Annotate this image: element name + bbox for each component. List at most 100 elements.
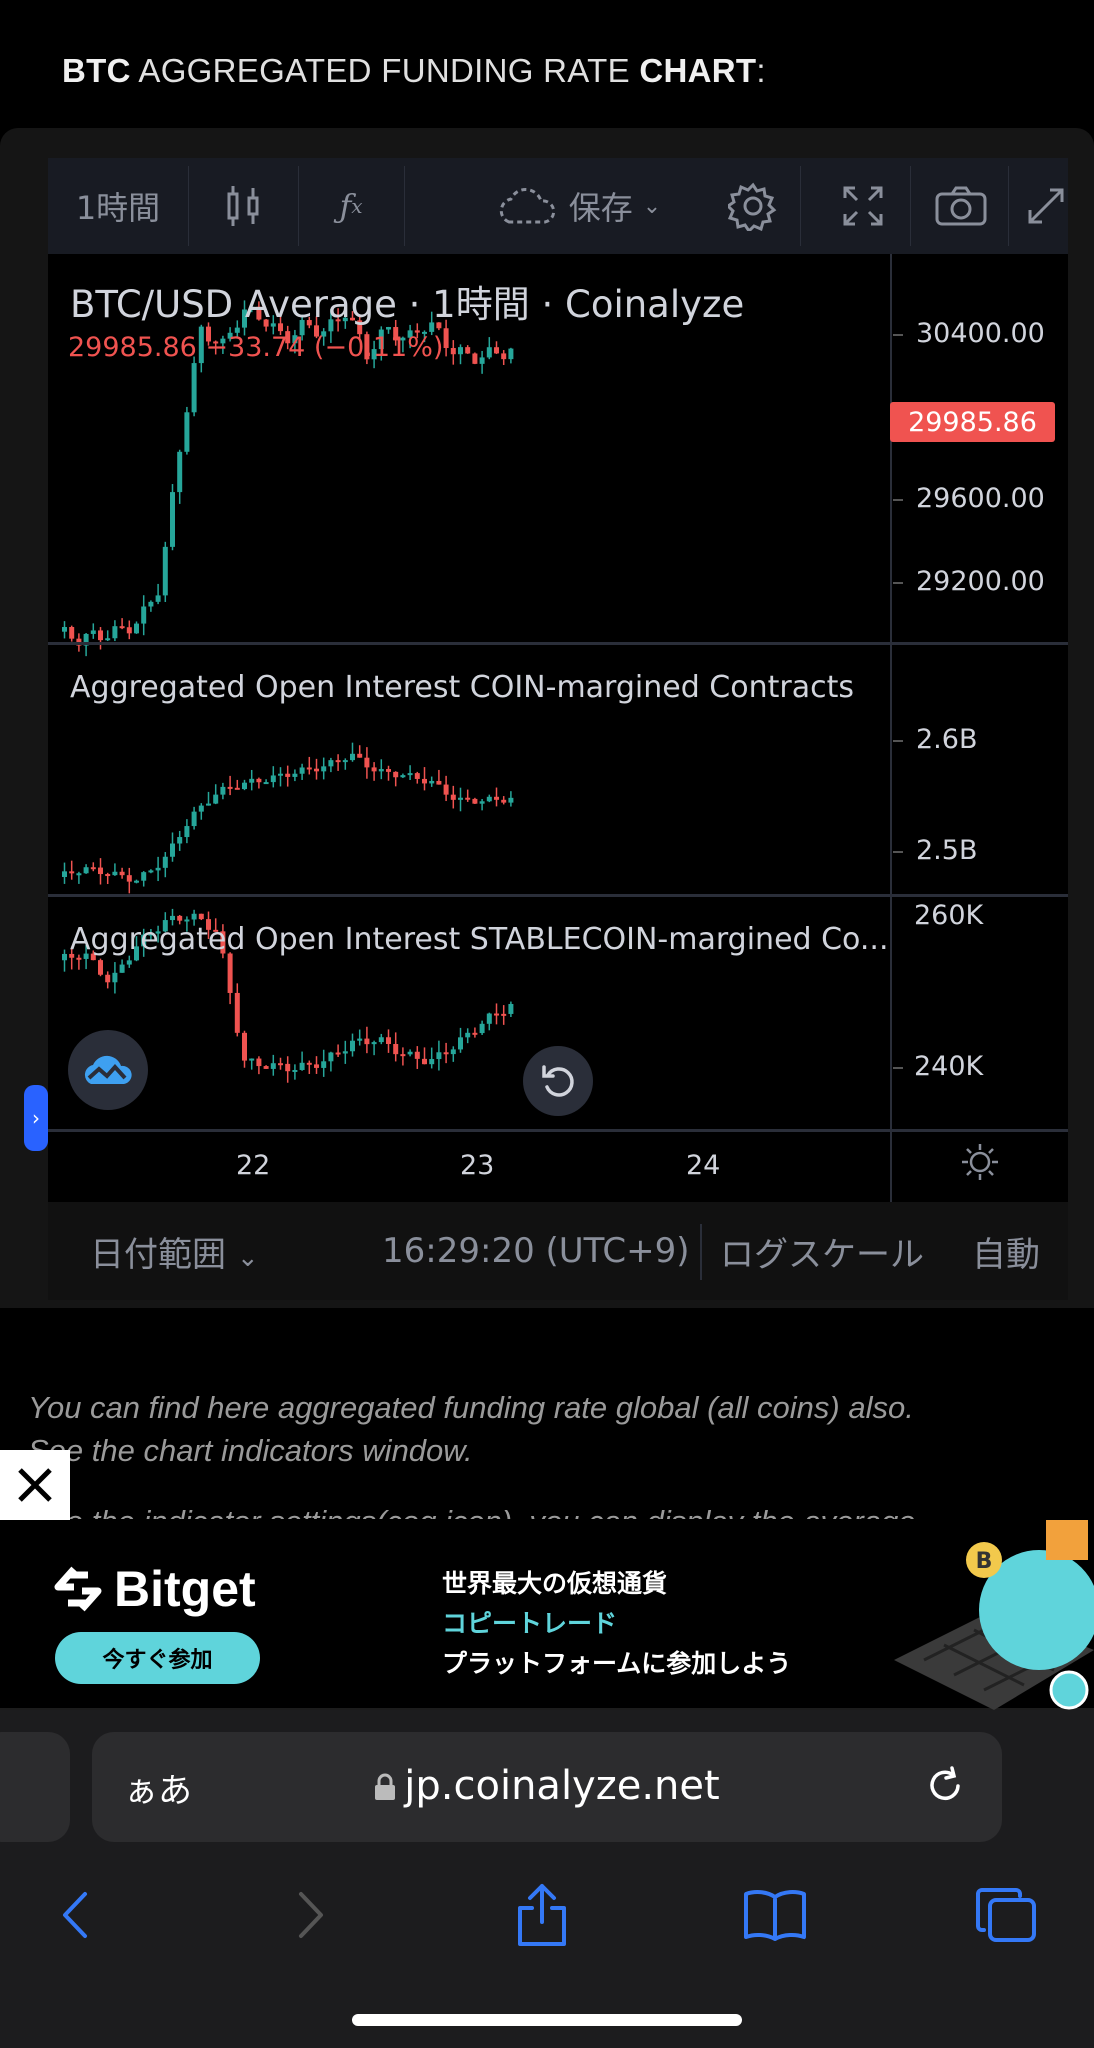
gear-icon[interactable]	[708, 158, 798, 254]
candle-body	[162, 856, 168, 868]
reload-icon[interactable]	[922, 1762, 968, 1812]
clock-readout[interactable]: 16:29:20 (UTC+9)	[382, 1231, 690, 1271]
candle-body	[285, 773, 291, 777]
candle-body	[443, 328, 449, 349]
candle-body	[198, 805, 204, 812]
candle-body	[414, 773, 420, 779]
candle-body	[486, 347, 492, 358]
candle-body	[62, 871, 67, 877]
ad-brand: Bitget	[52, 1560, 256, 1618]
previous-tab-preview[interactable]	[0, 1732, 70, 1842]
candle-body	[436, 1052, 442, 1060]
oi-stable-tick: 260K	[914, 900, 984, 931]
oi-coin-tick: 2.5B	[916, 835, 978, 866]
candle-body	[450, 348, 456, 355]
candle-body	[458, 347, 463, 355]
candle-body	[458, 1037, 463, 1050]
candle-body	[256, 1058, 262, 1067]
candle-body	[371, 1042, 377, 1045]
candle-body	[393, 1044, 399, 1055]
candle-body	[191, 913, 197, 920]
candle-body	[472, 798, 478, 804]
address-bar[interactable]: ぁあ jp.coinalyze.net	[92, 1732, 1002, 1842]
candle-body	[62, 953, 67, 961]
candle-body	[170, 915, 175, 921]
book-icon	[744, 1890, 806, 1941]
candle-body	[400, 1054, 406, 1057]
sun-theme-icon[interactable]	[960, 1142, 1000, 1182]
candle-body	[494, 796, 499, 800]
candle-body	[263, 782, 269, 785]
toolbar-divider	[910, 166, 911, 246]
reset-icon	[542, 1065, 574, 1097]
auto-scale-toggle[interactable]: 自動	[972, 1227, 1040, 1276]
indicators-fx-icon[interactable]: ƒx	[306, 158, 396, 254]
candle-body	[335, 1052, 341, 1055]
candle-body	[256, 778, 262, 783]
candle-body	[479, 801, 485, 804]
candle-body	[278, 773, 283, 776]
candle-body	[501, 799, 507, 803]
candle-body	[422, 778, 427, 784]
reset-chart-button[interactable]	[523, 1046, 593, 1116]
tradingview-logo-button[interactable]	[68, 1030, 148, 1110]
candle-body	[270, 775, 276, 783]
candle-body	[234, 787, 240, 790]
candle-body	[400, 775, 406, 778]
side-panel-handle[interactable]: ›	[24, 1085, 48, 1151]
ad-text-line: 世界最大の仮想通貨	[442, 1569, 668, 1598]
candle-body	[177, 915, 183, 921]
candle-body	[126, 875, 132, 882]
candle-body	[76, 957, 82, 960]
ad-brand-name: Bitget	[114, 1561, 256, 1617]
interval-button[interactable]: 1時間	[48, 158, 188, 254]
ad-close-button[interactable]	[0, 1450, 70, 1520]
toolbar-divider	[404, 166, 405, 246]
date-range-label: 日付範囲	[90, 1234, 226, 1275]
tabs-icon	[976, 1888, 1036, 1942]
oi-coin-tick: 2.6B	[916, 724, 978, 755]
chart-bottom-toolbar: 日付範囲 ⌄ 16:29:20 (UTC+9) ログスケール 自動	[48, 1202, 1068, 1300]
candle-body	[83, 867, 89, 874]
ad-join-button[interactable]: 今すぐ参加	[55, 1632, 260, 1684]
save-button[interactable]: 保存 ⌄	[448, 158, 708, 254]
candle-body	[494, 347, 499, 354]
price-tick: 30400.00	[916, 318, 1045, 349]
camera-icon[interactable]	[916, 158, 1006, 254]
candle-body	[342, 760, 348, 763]
candle-body	[429, 780, 435, 784]
price-change-readout: 29985.86 −33.74 (−0.11%)	[68, 332, 444, 363]
log-scale-toggle[interactable]: ログスケール	[720, 1227, 924, 1276]
candle-body	[436, 780, 442, 785]
date-range-button[interactable]: 日付範囲 ⌄	[90, 1227, 259, 1276]
candle-body	[393, 771, 399, 778]
candle-body	[141, 606, 147, 624]
chart-toolbar: 1時間 ƒx 保存 ⌄	[48, 158, 1068, 254]
tick-mark	[893, 582, 903, 584]
share-button[interactable]	[507, 1880, 577, 1950]
candle-body	[479, 1023, 485, 1034]
candle-body	[450, 794, 456, 800]
candle-body	[508, 797, 514, 803]
time-tick: 24	[686, 1150, 721, 1181]
back-button[interactable]	[40, 1880, 110, 1950]
tabs-button[interactable]	[972, 1880, 1042, 1950]
candle-body	[458, 797, 463, 800]
tick-mark	[893, 334, 903, 336]
candle-body	[270, 1063, 276, 1069]
fullscreen-icon[interactable]	[818, 158, 908, 254]
forward-button[interactable]	[276, 1880, 346, 1950]
ad-banner[interactable]: Bitget 今すぐ参加 世界最大の仮想通貨 コピートレード プラットフォームに…	[0, 1520, 1094, 1710]
candle-body	[162, 546, 168, 596]
candle-body	[242, 782, 247, 790]
candle-body	[285, 1063, 291, 1072]
candle-body	[292, 773, 298, 777]
last-price-label: 29985.86	[890, 402, 1055, 442]
candle-body	[69, 871, 75, 874]
candle-body	[292, 1069, 298, 1072]
bookmarks-button[interactable]	[740, 1880, 810, 1950]
candle-body	[486, 796, 492, 802]
candle-style-icon[interactable]	[198, 158, 288, 254]
expand-diagonal-icon[interactable]	[1016, 158, 1076, 254]
oi-stable-tick: 240K	[914, 1051, 984, 1082]
